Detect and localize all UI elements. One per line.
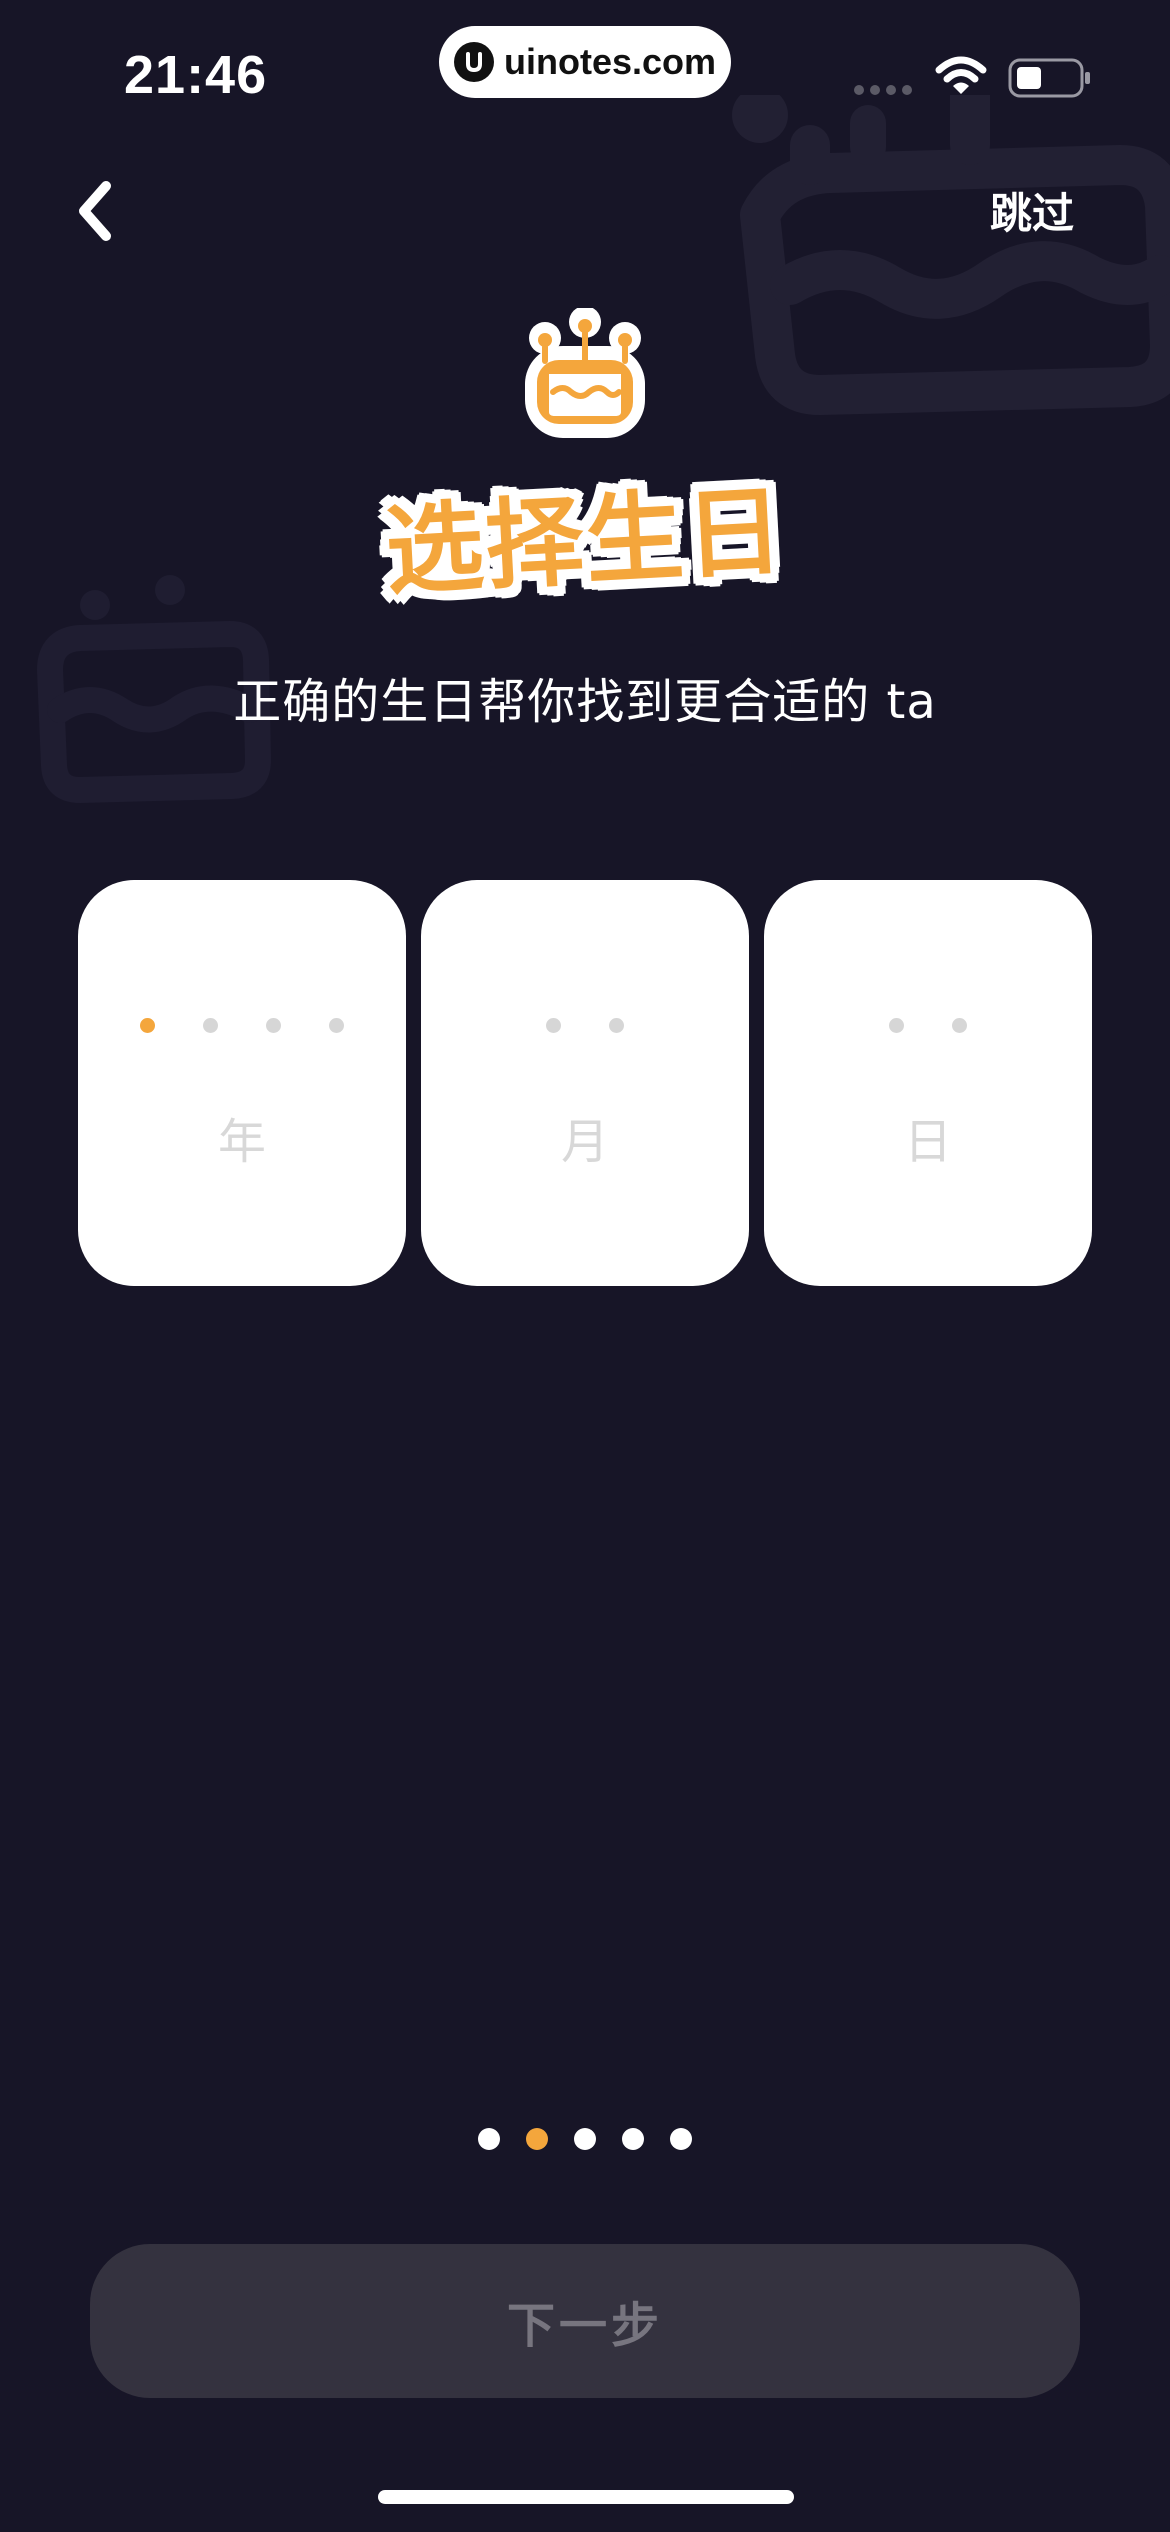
year-label: 年 bbox=[217, 1114, 266, 1170]
page-subtitle: 正确的生日帮你找到更合适的 ta bbox=[233, 674, 937, 730]
month-label: 月 bbox=[560, 1114, 609, 1170]
day-label: 日 bbox=[903, 1114, 952, 1170]
month-digit-dots bbox=[421, 1018, 749, 1033]
chevron-left-icon bbox=[79, 181, 111, 241]
day-digit-dots bbox=[764, 1018, 1092, 1033]
step-dot-current bbox=[526, 2128, 548, 2150]
skip-button[interactable]: 跳过 bbox=[990, 180, 1074, 241]
digit-dot bbox=[546, 1018, 561, 1033]
step-dot bbox=[670, 2128, 692, 2150]
url-badge[interactable]: uinotes.com bbox=[439, 26, 731, 98]
digit-dot bbox=[889, 1018, 904, 1033]
digit-dot bbox=[140, 1018, 155, 1033]
url-text: uinotes.com bbox=[503, 41, 717, 82]
year-digit-dots bbox=[78, 1018, 406, 1033]
digit-dot bbox=[952, 1018, 967, 1033]
cellular-signal-icon bbox=[854, 85, 912, 95]
step-dot bbox=[622, 2128, 644, 2150]
wifi-icon bbox=[935, 56, 987, 94]
year-field[interactable]: 年 bbox=[78, 880, 406, 1286]
next-step-button[interactable]: 下一步 bbox=[90, 2244, 1080, 2398]
background-cake-icon bbox=[732, 95, 1170, 415]
battery-icon bbox=[1008, 58, 1090, 98]
step-dot bbox=[478, 2128, 500, 2150]
status-time: 21:46 bbox=[124, 45, 268, 105]
digit-dot bbox=[609, 1018, 624, 1033]
uinotes-logo-icon bbox=[453, 42, 494, 82]
page-title: 选择生日 bbox=[382, 474, 789, 610]
birthday-cake-icon bbox=[525, 308, 645, 438]
day-field[interactable]: 日 bbox=[764, 880, 1092, 1286]
digit-dot bbox=[329, 1018, 344, 1033]
step-dot bbox=[574, 2128, 596, 2150]
back-button[interactable] bbox=[66, 176, 122, 246]
home-indicator[interactable] bbox=[378, 2490, 794, 2504]
month-field[interactable]: 月 bbox=[421, 880, 749, 1286]
digit-dot bbox=[266, 1018, 281, 1033]
digit-dot bbox=[203, 1018, 218, 1033]
step-indicator bbox=[0, 2128, 1170, 2150]
